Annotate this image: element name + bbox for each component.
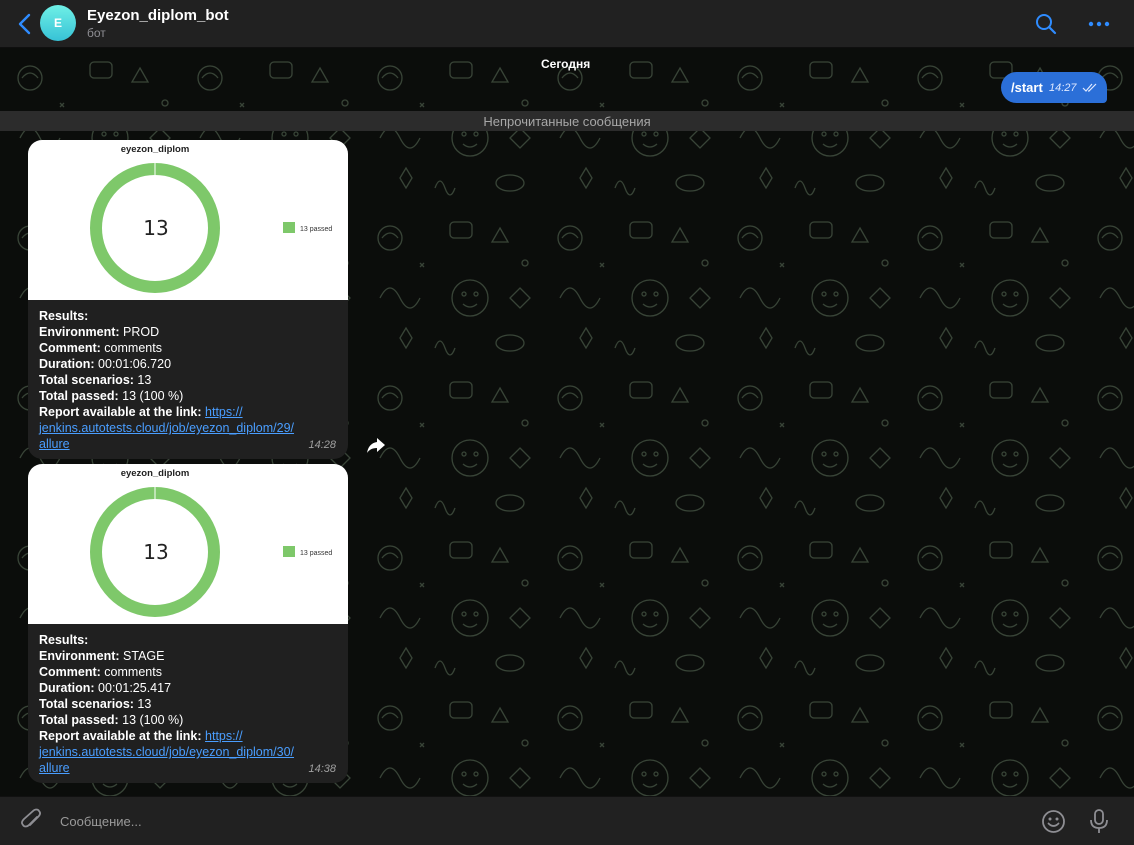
- report-label: Report available at the link:: [39, 405, 202, 419]
- chart-title: eyezon_diplom: [121, 144, 190, 155]
- results-label: Results:: [39, 309, 89, 323]
- report-link[interactable]: jenkins.autotests.cloud/job/eyezon_diplo…: [39, 745, 294, 759]
- outgoing-message-time: 14:27: [1049, 82, 1077, 94]
- legend-swatch: [283, 546, 295, 557]
- more-icon[interactable]: [1087, 12, 1111, 36]
- scenarios-label: Total scenarios:: [39, 697, 134, 711]
- message-body: Results: Environment: STAGE Comment: com…: [28, 624, 348, 776]
- share-icon[interactable]: [363, 432, 389, 458]
- chat-title[interactable]: Eyezon_diplom_bot: [87, 7, 229, 24]
- legend-label: 13 passed: [300, 226, 332, 233]
- results-label: Results:: [39, 633, 89, 647]
- bot-message[interactable]: eyezon_diplom 13 13 passed Results: Envi…: [28, 140, 348, 459]
- message-input[interactable]: [60, 811, 960, 831]
- legend-label: 13 passed: [300, 550, 332, 557]
- scenarios-value: 13: [137, 373, 152, 387]
- report-link[interactable]: https://: [205, 729, 243, 743]
- environment-value: STAGE: [123, 649, 165, 663]
- environment-label: Environment:: [39, 325, 120, 339]
- date-label: Сегодня: [541, 57, 591, 71]
- passed-value: 13 (100 %): [122, 713, 184, 727]
- passed-value: 13 (100 %): [122, 389, 184, 403]
- report-label: Report available at the link:: [39, 729, 202, 743]
- composer: [0, 796, 1134, 845]
- double-check-icon: [1082, 83, 1097, 92]
- report-link[interactable]: https://: [205, 405, 243, 419]
- report-chart[interactable]: eyezon_diplom 13 13 passed: [28, 140, 348, 300]
- legend-swatch: [283, 222, 295, 233]
- back-icon[interactable]: [14, 12, 36, 36]
- environment-value: PROD: [123, 325, 160, 339]
- microphone-icon[interactable]: [1089, 808, 1109, 835]
- report-link[interactable]: jenkins.autotests.cloud/job/eyezon_diplo…: [39, 421, 294, 435]
- duration-value: 00:01:06.720: [98, 357, 172, 371]
- comment-label: Comment:: [39, 341, 101, 355]
- comment-value: comments: [104, 665, 162, 679]
- bot-message[interactable]: eyezon_diplom 13 13 passed Results: Envi…: [28, 464, 348, 783]
- chat-subtitle: бот: [87, 26, 106, 40]
- chat-header: E Eyezon_diplom_bot бот: [0, 0, 1134, 48]
- environment-label: Environment:: [39, 649, 120, 663]
- message-time: 14:38: [308, 763, 336, 775]
- report-link[interactable]: allure: [39, 761, 70, 775]
- passed-label: Total passed:: [39, 389, 119, 403]
- chart-title: eyezon_diplom: [121, 468, 190, 479]
- scenarios-label: Total scenarios:: [39, 373, 134, 387]
- telegram-window: E Eyezon_diplom_bot бот Сегодня /start 1…: [0, 0, 1134, 845]
- report-chart[interactable]: eyezon_diplom 13 13 passed: [28, 464, 348, 624]
- duration-label: Duration:: [39, 681, 95, 695]
- report-link[interactable]: allure: [39, 437, 70, 451]
- message-body: Results: Environment: PROD Comment: comm…: [28, 300, 348, 452]
- donut-center-value: 13: [143, 540, 168, 564]
- unread-label: Непрочитанные сообщения: [483, 113, 651, 129]
- passed-label: Total passed:: [39, 713, 119, 727]
- donut-center-value: 13: [143, 216, 168, 240]
- scenarios-value: 13: [137, 697, 152, 711]
- unread-divider: Непрочитанные сообщения: [0, 111, 1134, 131]
- outgoing-message[interactable]: /start 14:27: [1001, 72, 1107, 103]
- outgoing-message-text: /start: [1011, 80, 1043, 95]
- search-icon[interactable]: [1034, 12, 1058, 36]
- duration-label: Duration:: [39, 357, 95, 371]
- message-time: 14:28: [308, 439, 336, 451]
- comment-label: Comment:: [39, 665, 101, 679]
- duration-value: 00:01:25.417: [98, 681, 172, 695]
- comment-value: comments: [104, 341, 162, 355]
- emoji-icon[interactable]: [1041, 809, 1066, 834]
- paperclip-icon[interactable]: [20, 808, 44, 834]
- avatar[interactable]: E: [40, 5, 76, 41]
